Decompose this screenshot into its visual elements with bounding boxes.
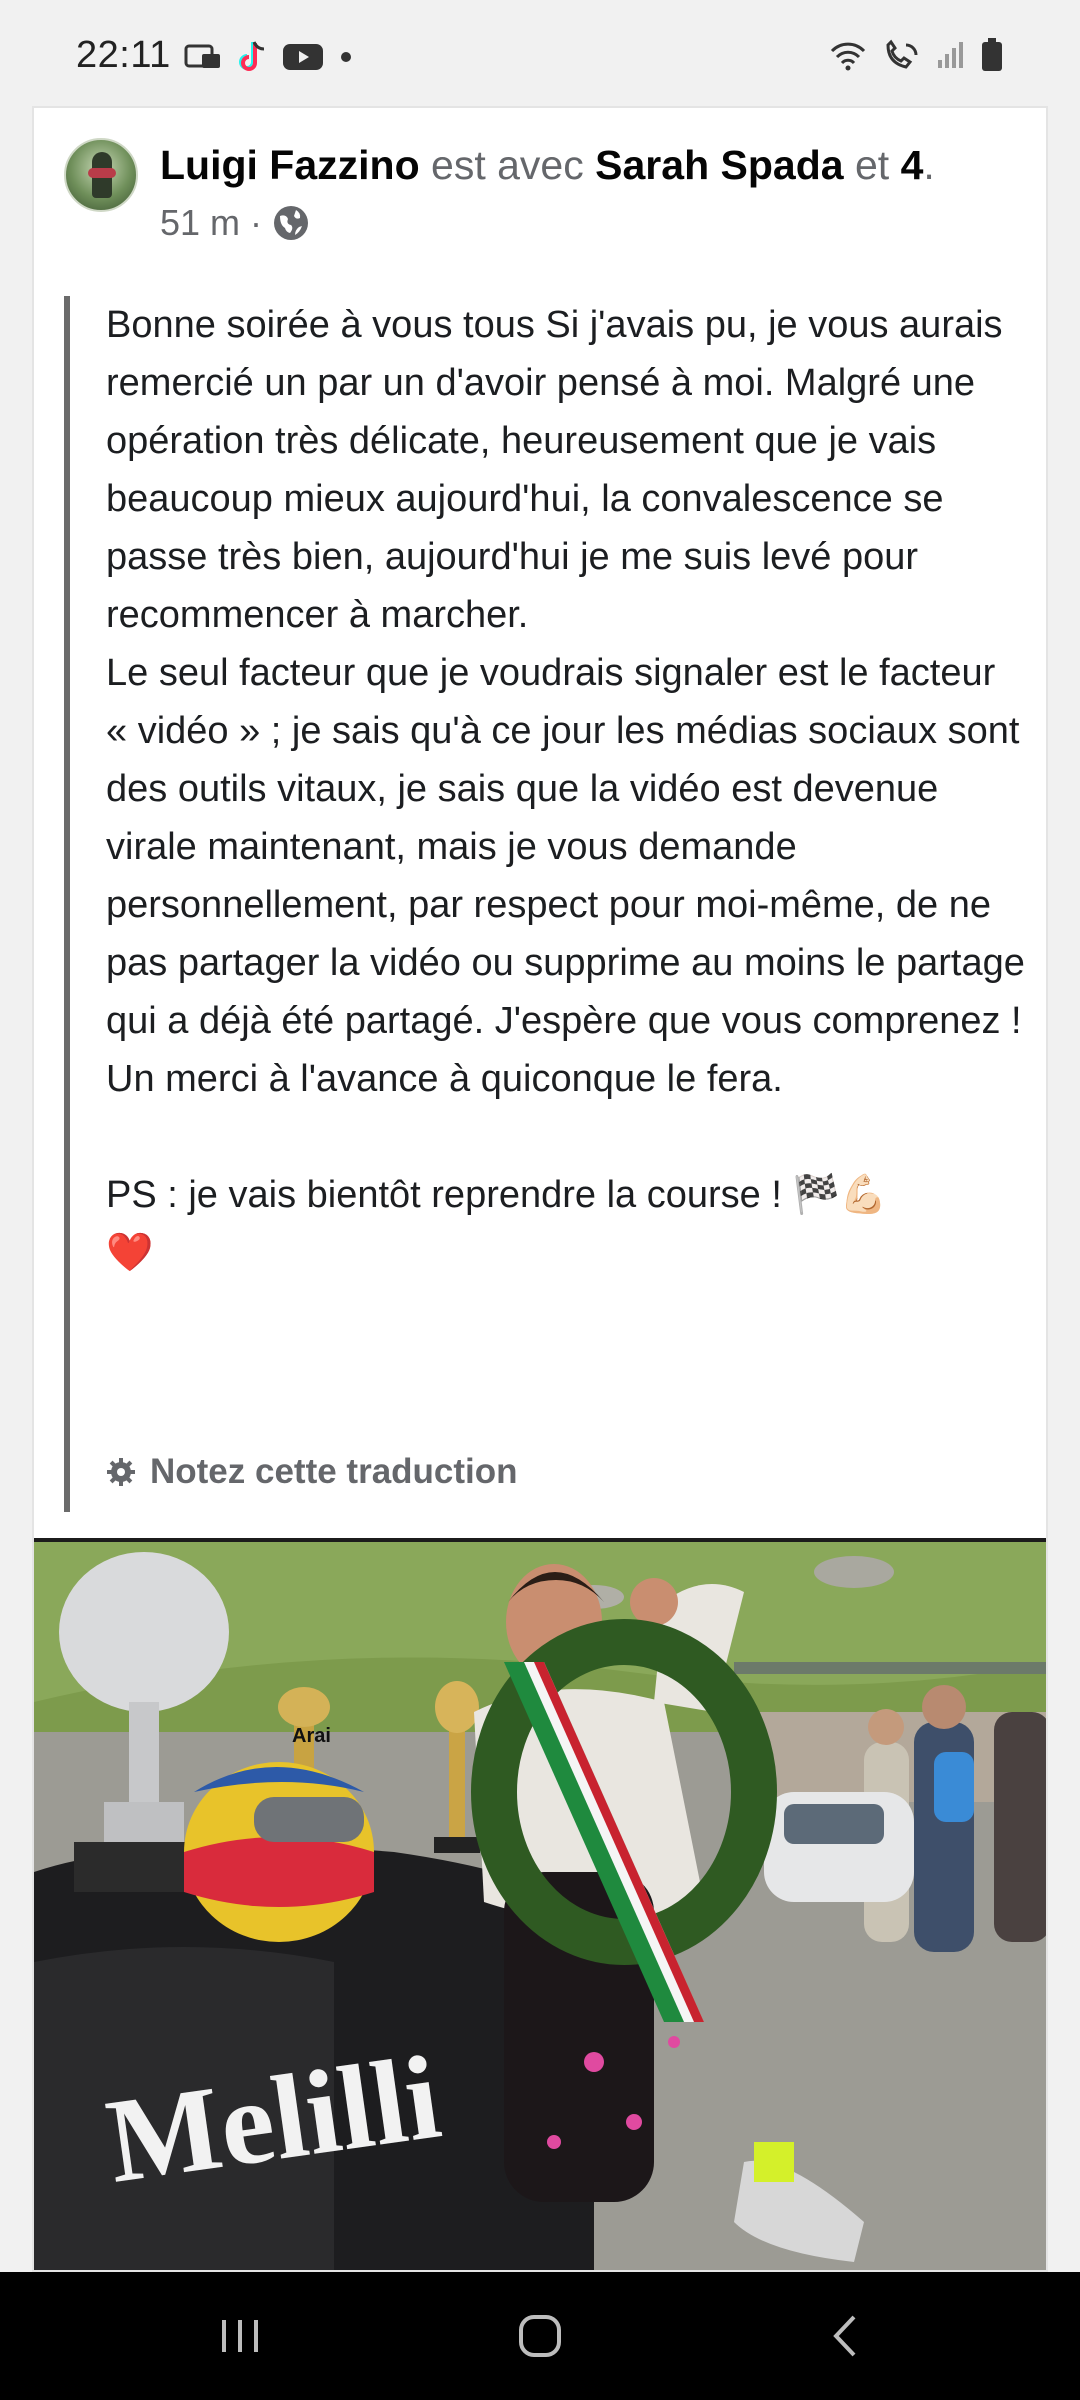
with-text: est avec: [431, 142, 584, 188]
period-text: .: [923, 142, 935, 188]
android-nav-bar: [0, 2272, 1080, 2400]
recents-button[interactable]: [140, 2272, 340, 2400]
notification-icons: [184, 40, 354, 74]
wifi-call-icon: [886, 39, 918, 69]
post-timestamp[interactable]: 51 m: [160, 202, 240, 244]
rate-translation-label: Notez cette traduction: [150, 1452, 518, 1491]
translated-post-block: Bonne soirée à vous tous Si j'avais pu, …: [64, 296, 1025, 1512]
status-bar: 22:11: [0, 0, 1080, 106]
home-button[interactable]: [440, 2272, 640, 2400]
author-avatar[interactable]: [64, 138, 138, 212]
post-photo[interactable]: Melilli Arai: [34, 1542, 1046, 2270]
author-name[interactable]: Luigi Fazzino: [160, 142, 420, 188]
rate-translation-link[interactable]: Notez cette traduction: [106, 1452, 518, 1492]
tiktok-icon: [239, 41, 265, 71]
tagged-person[interactable]: Sarah Spada: [595, 142, 843, 188]
status-time: 22:11: [76, 34, 171, 76]
post-card: Luigi Fazzino est avec Sarah Spada et 4.…: [32, 106, 1048, 2272]
home-icon: [519, 2315, 561, 2357]
back-icon: [833, 2315, 856, 2357]
recents-icon: [222, 2320, 258, 2352]
others-count[interactable]: 4: [901, 142, 924, 188]
post-meta: 51 m ·: [160, 202, 310, 244]
photo-illustration: Melilli Arai: [34, 1542, 1046, 2270]
post-header: Luigi Fazzino est avec Sarah Spada et 4.: [160, 138, 1030, 192]
globe-icon: [274, 206, 309, 240]
helmet-brand-text: Arai: [292, 1725, 331, 1747]
battery-icon: [982, 38, 1002, 71]
wifi-icon: [830, 42, 866, 71]
dot-icon: [341, 52, 351, 62]
system-icons: [828, 38, 1004, 72]
and-text: et: [854, 142, 890, 188]
youtube-icon: [283, 44, 323, 70]
gear-icon: [107, 1458, 135, 1486]
vpn-icon: [184, 44, 220, 68]
meta-separator: ·: [250, 202, 263, 243]
post-text: Bonne soirée à vous tous Si j'avais pu, …: [106, 304, 1025, 1274]
signal-icon: [938, 42, 963, 68]
back-button[interactable]: [745, 2272, 945, 2400]
